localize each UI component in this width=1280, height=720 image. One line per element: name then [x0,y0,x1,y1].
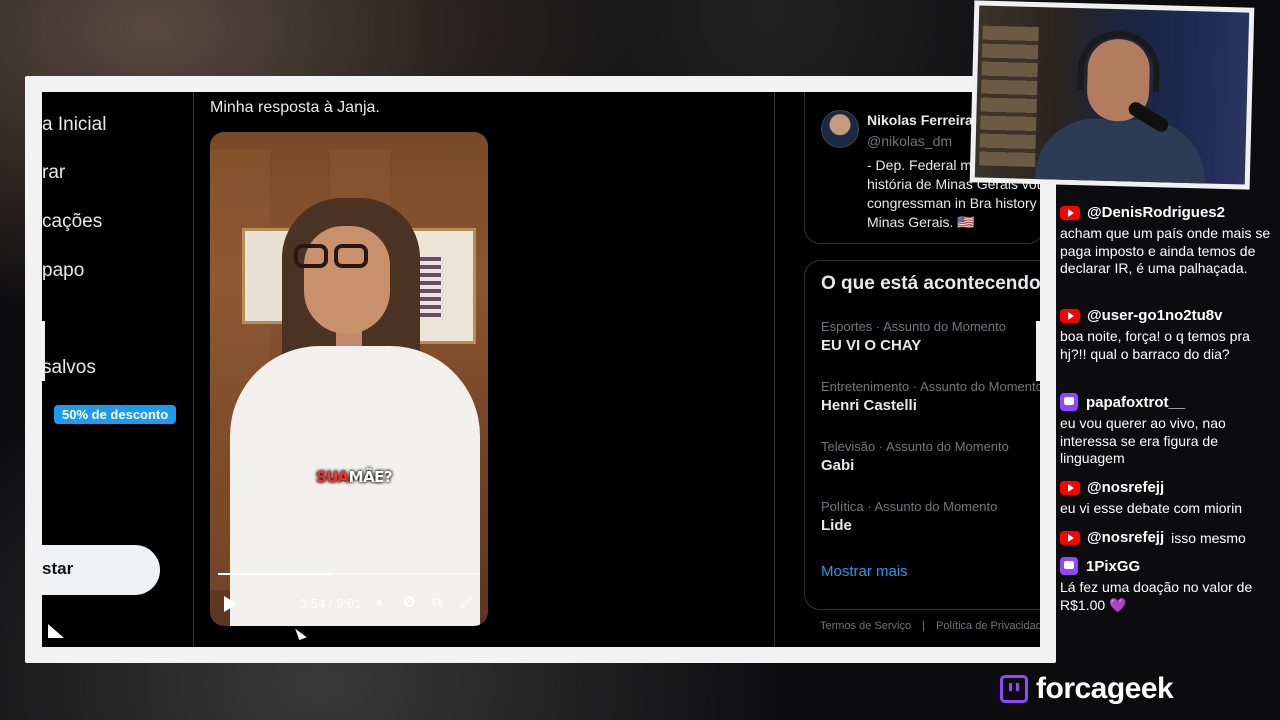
footer-separator: | [922,620,926,632]
chat-text: eu vi esse debate com miorin [1060,500,1243,516]
trend-item[interactable]: Televisão · Assunto do Momento Gabi [821,439,1040,474]
chat-username: @user-go1no2tu8v [1087,307,1223,324]
chat-username: papafoxtrot__ [1086,393,1186,411]
trend-name: Gabi [821,457,855,474]
chat-text: acham que um país onde mais se paga impo… [1060,225,1271,276]
profile-handle: @nikolas_dm [867,133,953,149]
youtube-icon [1060,205,1080,220]
trend-name: Henri Castelli [821,397,917,414]
scroll-handle[interactable] [1036,321,1042,381]
video-person-glasses [294,244,372,270]
twitch-icon [1060,393,1078,411]
play-icon[interactable] [224,596,237,612]
chat-username: 1PixGG [1086,557,1141,575]
privacy-link[interactable]: Política de Privacidade [936,620,1040,632]
brand-name: forcageek [1036,672,1174,705]
trend-item[interactable]: Entretenimento · Assunto do Momento Henr… [821,379,1040,414]
show-more-link[interactable]: Mostrar mais [821,563,908,580]
video-time: 3:54 / 9:01 [300,596,362,611]
headset-icon [1077,30,1161,93]
volume-icon[interactable]: 🔈︎ [371,593,391,613]
nav-item-home[interactable]: a Inicial [42,114,106,136]
webcam-overlay [969,0,1255,190]
chat-message: @user-go1no2tu8v boa noite, força! o q t… [1060,307,1274,363]
chat-message: papafoxtrot__ eu vou querer ao vivo, nao… [1060,393,1274,468]
footer-links: Termos de Serviço | Política de Privacid… [820,620,1040,632]
webcam-feed [974,5,1250,185]
youtube-icon [1060,480,1080,495]
trend-item[interactable]: Política · Assunto do Momento Lide [821,499,1040,534]
chat-text: isso mesmo [1171,529,1246,546]
video-progress-fill [218,573,331,575]
premium-discount-badge[interactable]: 50% de desconto [54,405,177,424]
twitch-icon [1060,557,1078,575]
trend-meta: Televisão · Assunto do Momento [821,439,1009,454]
video-progress-bar[interactable] [218,573,480,575]
youtube-icon [1060,308,1080,323]
trend-meta: Esportes · Assunto do Momento [821,319,1006,334]
nav-item-notifications[interactable]: cações [42,211,102,233]
chat-username: @nosrefejj [1087,479,1165,496]
scroll-handle[interactable] [39,321,45,381]
video-person-face [304,226,390,334]
trend-name: Lide [821,517,852,534]
video-controls: 3:54 / 9:01 🔈︎ ⚙ ⧉ ⤢ [210,584,488,626]
fullscreen-icon[interactable]: ⤢ [456,593,476,613]
browser-capture-frame: a Inicial rar cações papo salvos 50% de … [25,76,1056,663]
post-button[interactable]: star [42,545,160,595]
trend-meta: Política · Assunto do Momento [821,499,998,514]
webcam-bookshelf [979,25,1039,168]
heart-icon: 💜 [1109,596,1127,613]
settings-gear-icon[interactable]: ⚙ [399,593,419,613]
chat-text: boa noite, força! o q temos pra hj?!! qu… [1060,328,1250,362]
trends-panel: O que está acontecendo Esportes · Assunt… [804,260,1040,610]
video-caption-white: MÃE? [348,468,393,486]
left-nav: a Inicial rar cações papo salvos 50% de … [42,92,194,647]
video-player[interactable]: SUAMÃE? 3:54 / 9:01 🔈︎ ⚙ ⧉ ⤢ [210,132,488,626]
chat-text: eu vou querer ao vivo, nao interessa se … [1060,415,1226,466]
post-text: Minha resposta à Janja. [210,99,380,116]
trend-item[interactable]: Esportes · Assunto do Momento EU VI O CH… [821,319,1040,354]
trends-title: O que está acontecendo [821,273,1040,294]
avatar[interactable] [821,110,859,148]
video-caption: SUAMÃE? [316,468,393,486]
profile-name[interactable]: Nikolas Ferreira [867,112,973,128]
nav-item-chat[interactable]: papo [42,260,84,282]
webcam-streamer-body [1034,117,1207,185]
nav-item-explore[interactable]: rar [42,162,65,184]
main-column: Minha resposta à Janja. SUAMÃE? 3:54 / 9… [195,92,775,647]
chat-username: @DenisRodrigues2 [1087,204,1225,221]
twitter-screen: a Inicial rar cações papo salvos 50% de … [42,92,1040,647]
chat-message: @nosrefejj eu vi esse debate com miorin [1060,479,1274,518]
chat-username: @nosrefejj [1087,529,1165,546]
youtube-icon [1060,530,1080,545]
video-caption-red: SUA [316,468,349,486]
nav-item-saved[interactable]: salvos [42,357,96,379]
corner-arrow-icon [48,624,64,638]
trend-name: EU VI O CHAY [821,337,922,354]
brand-logo: forcageek [1000,672,1174,706]
trend-meta: Entretenimento · Assunto do Momento [821,379,1040,394]
picture-in-picture-icon[interactable]: ⧉ [427,593,447,613]
chat-message: @nosrefejj isso mesmo [1060,529,1274,546]
chat-text: Lá fez uma doação no valor de R$1.00 [1060,579,1253,613]
twitch-logo-icon [1000,675,1028,703]
terms-link[interactable]: Termos de Serviço [820,620,911,632]
chat-message: 1PixGG Lá fez uma doação no valor de R$1… [1060,557,1274,614]
chat-message: @DenisRodrigues2 acham que um país onde … [1060,204,1274,278]
